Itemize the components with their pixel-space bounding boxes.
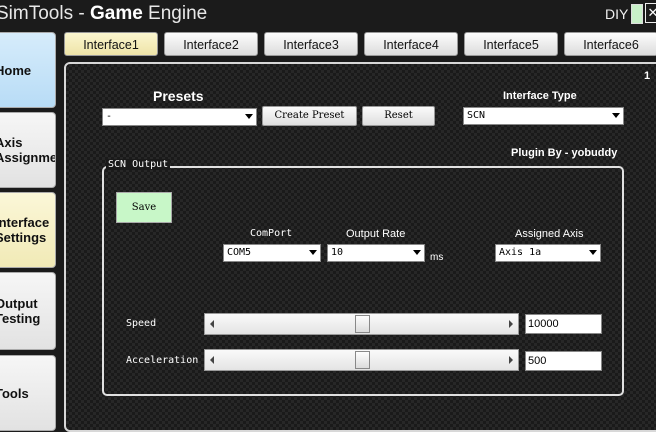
interface-type-label: Interface Type — [503, 90, 577, 102]
tab-interface3[interactable]: Interface3 — [264, 32, 358, 56]
interface-type-dropdown[interactable]: SCN — [463, 107, 624, 125]
chevron-down-icon — [413, 250, 421, 255]
sidebar-item-output-testing[interactable]: Output Testing — [0, 272, 56, 350]
comport-label: ComPort — [250, 228, 293, 239]
comport-dropdown[interactable]: COM5 — [223, 244, 321, 262]
plugin-credit: Plugin By - yobuddy — [511, 147, 618, 159]
chevron-left-icon[interactable] — [210, 356, 214, 364]
sidebar-item-home[interactable]: Home — [0, 32, 56, 108]
presets-dropdown[interactable]: - — [102, 108, 257, 126]
save-button[interactable]: Save — [116, 192, 172, 223]
mode-indicator[interactable] — [631, 4, 643, 24]
assigned-axis-selected: Axis 1a — [499, 247, 542, 258]
sidebar-item-axis-assignments[interactable]: Axis Assignments — [0, 112, 56, 188]
output-group-title: SCN Output — [106, 159, 171, 170]
title-bar: SimTools - Game Engine DIY ✕ — [0, 0, 656, 28]
sidebar-item-interface-settings[interactable]: Interface Settings — [0, 192, 56, 268]
title-suffix: Engine — [142, 3, 208, 24]
title-prefix: SimTools - — [0, 3, 90, 24]
sidebar-item-label: Home — [0, 62, 32, 78]
chevron-down-icon — [589, 250, 597, 255]
interface-type-selected: SCN — [467, 110, 486, 121]
tab-interface5[interactable]: Interface5 — [464, 32, 558, 56]
sidebar-item-label: Output Testing — [0, 296, 41, 326]
sidebar-item-label: Tools — [0, 385, 29, 401]
mode-label: DIY — [605, 6, 629, 22]
output-rate-label: Output Rate — [346, 228, 406, 240]
chevron-down-icon — [245, 114, 253, 119]
tab-interface2[interactable]: Interface2 — [164, 32, 258, 56]
chevron-down-icon — [309, 250, 317, 255]
app-title: SimTools - Game Engine — [0, 3, 207, 25]
speed-label: Speed — [126, 318, 157, 329]
presets-label: Presets — [153, 88, 204, 104]
assigned-axis-dropdown[interactable]: Axis 1a — [495, 244, 601, 262]
output-rate-dropdown[interactable]: 10 — [327, 244, 425, 262]
tab-interface1[interactable]: Interface1 — [64, 32, 158, 56]
speed-slider-thumb[interactable] — [354, 315, 370, 333]
close-button[interactable]: ✕ — [645, 3, 656, 23]
acceleration-slider-thumb[interactable] — [354, 351, 370, 369]
speed-slider[interactable] — [204, 313, 519, 335]
reset-button[interactable]: Reset — [362, 106, 435, 126]
sidebar-item-label: Axis Assignments — [0, 135, 56, 165]
acceleration-label: Acceleration — [126, 355, 199, 366]
tab-interface6[interactable]: Interface6 — [564, 32, 656, 56]
acceleration-field[interactable]: 500 — [525, 351, 602, 371]
assigned-axis-label: Assigned Axis — [515, 228, 584, 240]
chevron-right-icon[interactable] — [509, 320, 513, 328]
chevron-down-icon — [612, 113, 620, 118]
chevron-left-icon[interactable] — [210, 320, 214, 328]
tab-interface4[interactable]: Interface4 — [364, 32, 458, 56]
output-rate-selected: 10 — [331, 247, 344, 258]
output-rate-unit: ms — [430, 252, 444, 263]
sidebar-item-label: Interface Settings — [0, 215, 50, 245]
presets-selected: - — [106, 111, 113, 122]
sidebar-item-tools[interactable]: Tools — [0, 355, 56, 431]
chevron-right-icon[interactable] — [509, 356, 513, 364]
title-bold: Game — [89, 3, 143, 24]
speed-field[interactable]: 10000 — [525, 314, 602, 334]
close-icon: ✕ — [647, 5, 656, 20]
acceleration-slider[interactable] — [204, 349, 519, 371]
comport-selected: COM5 — [227, 247, 252, 258]
page-number: 1 — [644, 70, 651, 82]
create-preset-button[interactable]: Create Preset — [262, 106, 357, 126]
